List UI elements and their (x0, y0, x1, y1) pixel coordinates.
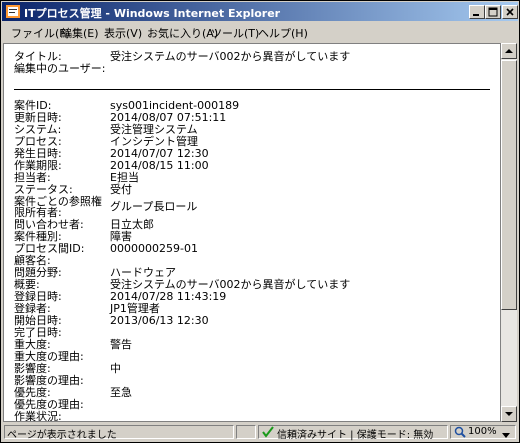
status-cell-1 (236, 425, 256, 439)
menu-favorites[interactable]: お気に入り(A) (147, 25, 218, 41)
title-value: 受注システムのサーバ002から異音がしています (110, 50, 351, 63)
header-divider (14, 89, 490, 90)
field-value: グループ長ロール (110, 200, 198, 213)
menu-bar: ファイル(F) 編集(E) 表示(V) お気に入り(A) ツール(T) ヘルプ(… (2, 22, 518, 42)
app-icon (6, 5, 20, 18)
menu-view[interactable]: 表示(V) (104, 25, 142, 41)
page-content: タイトル: 受注システムのサーバ002から異音がしています 編集中のユーザー: … (3, 43, 501, 422)
ie-window: ITプロセス管理 - Windows Internet Explorer ファイ… (0, 0, 520, 443)
field-label: 作業状況: (14, 410, 62, 422)
field-value: 至急 (110, 386, 132, 399)
field-value: 警告 (110, 338, 132, 351)
zoom-dropdown-icon[interactable] (502, 429, 510, 442)
menu-edit[interactable]: 編集(E) (61, 25, 99, 41)
field-value: 受付 (110, 183, 132, 196)
scroll-down-button[interactable] (501, 406, 517, 422)
title-bar: ITプロセス管理 - Windows Internet Explorer (2, 2, 518, 21)
field-value: 0000000259-01 (110, 242, 198, 255)
minimize-button[interactable] (469, 5, 485, 19)
field-value: 中 (110, 362, 121, 375)
scroll-thumb[interactable] (501, 60, 517, 310)
menu-tools[interactable]: ツール(T) (211, 25, 259, 41)
zone-text: 信頼済みサイト | 保護モード: 無効 (277, 430, 434, 441)
check-icon (262, 426, 274, 441)
scroll-up-button[interactable] (501, 43, 517, 59)
window-title: ITプロセス管理 - Windows Internet Explorer (24, 7, 281, 20)
zoom-icon (454, 426, 466, 441)
close-button[interactable] (502, 5, 518, 19)
maximize-button[interactable] (485, 5, 501, 19)
vertical-scrollbar[interactable] (501, 43, 517, 422)
status-bar: ページが表示されました 信頼済みサイト | 保護モード: 無効 100% (2, 423, 518, 441)
field-value: 2013/06/13 12:30 (110, 314, 209, 327)
menu-help[interactable]: ヘルプ(H) (258, 25, 308, 41)
editing-user-label: 編集中のユーザー: (14, 62, 106, 75)
status-text: ページが表示されました (7, 430, 117, 441)
zoom-level[interactable]: 100% (468, 426, 497, 437)
